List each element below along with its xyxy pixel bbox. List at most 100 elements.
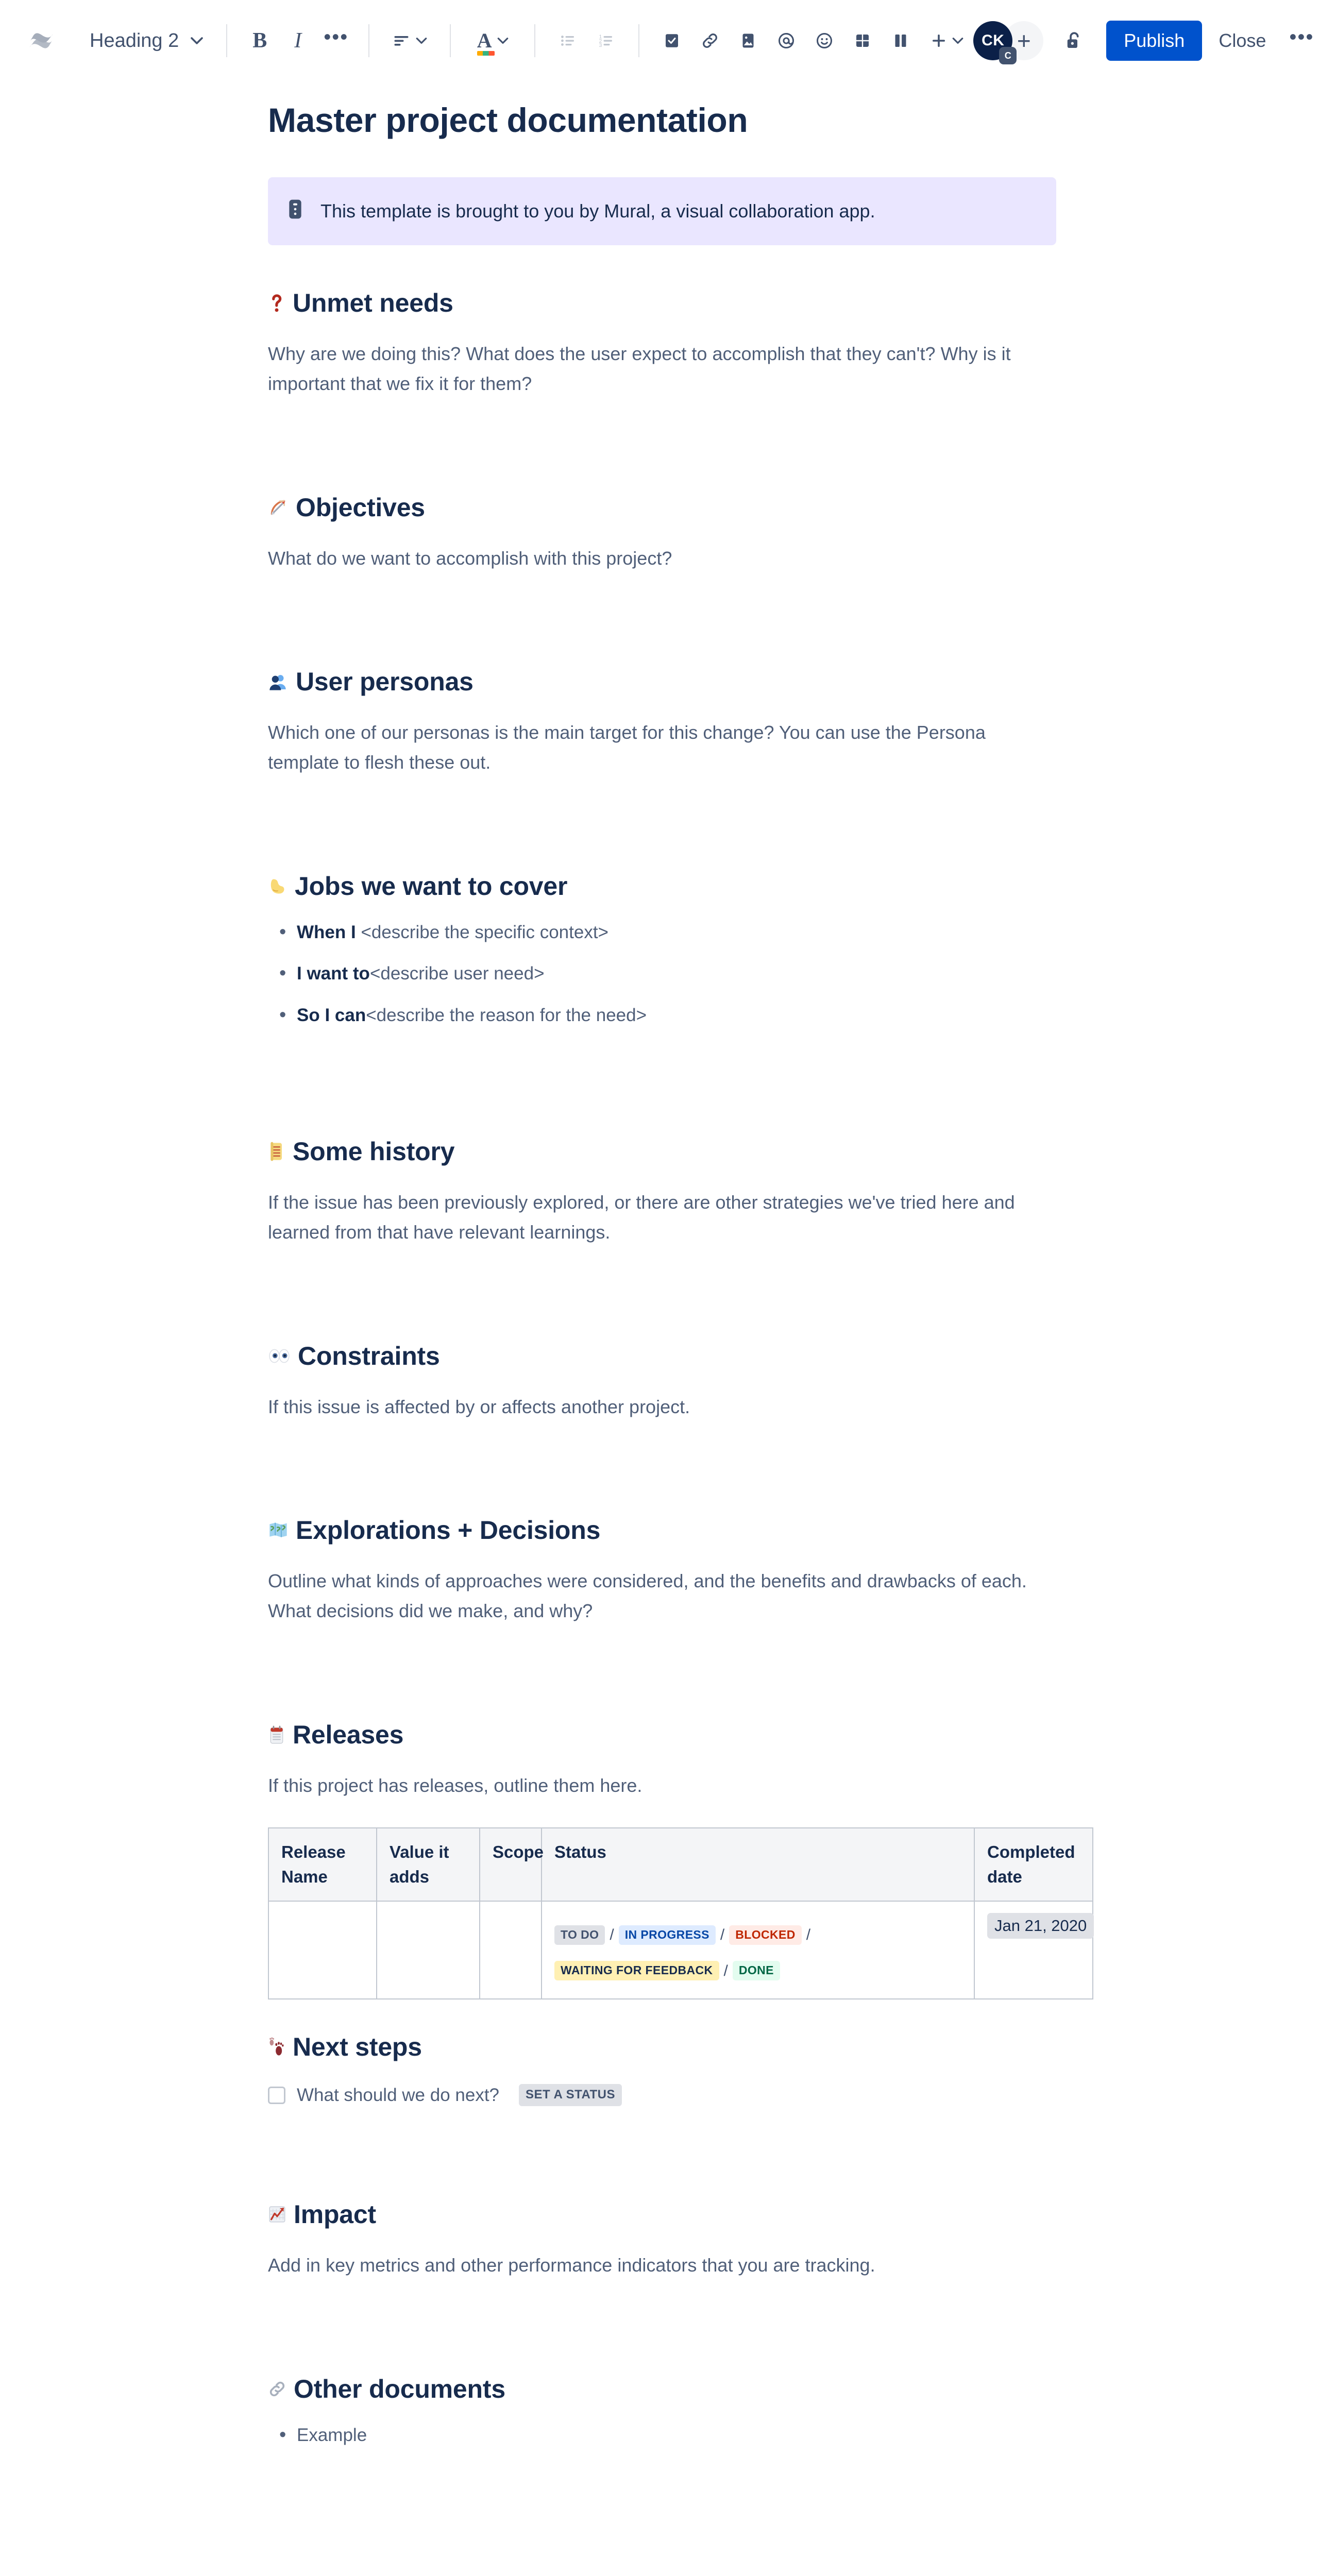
status-lozenge-waiting-for-feedback[interactable]: WAITING FOR FEEDBACK <box>554 1961 719 1981</box>
section-heading-text: User personas <box>296 667 474 697</box>
section-body[interactable]: What do we want to accomplish with this … <box>268 544 1056 573</box>
chevron-down-icon <box>952 38 963 44</box>
table-row: TO DO / IN PROGRESS / BLOCKED/WAITING FOR FE… <box>268 1900 1094 2000</box>
busts-in-silhouette-emoji <box>268 671 289 692</box>
list-item[interactable]: Example <box>279 2422 1056 2449</box>
set-a-status-badge[interactable]: SET A STATUS <box>519 2084 622 2107</box>
layout-columns-icon[interactable] <box>882 22 920 60</box>
section-heading[interactable]: Releases <box>268 1719 1056 1750</box>
publish-button[interactable]: Publish <box>1106 21 1203 61</box>
section-heading[interactable]: Constraints <box>268 1341 1056 1371</box>
text-style-label: Heading 2 <box>90 29 179 52</box>
text-align-icon[interactable] <box>383 22 436 60</box>
scroll-emoji <box>268 1141 285 1162</box>
status-lozenge-todo[interactable]: TO DO <box>554 1925 605 1945</box>
task-checkbox[interactable] <box>268 2086 285 2104</box>
section-body[interactable]: If this project has releases, outline th… <box>268 1771 1056 1801</box>
cell-scope[interactable] <box>479 1900 542 2000</box>
bullet-list-icon[interactable] <box>549 22 587 60</box>
text-color-icon[interactable]: A <box>464 22 521 60</box>
section-body[interactable]: Why are we doing this? What does the use… <box>268 339 1056 399</box>
emoji-icon[interactable] <box>805 22 843 60</box>
status-lozenge-done[interactable]: DONE <box>732 1961 780 1981</box>
column-header-scope: Scope <box>479 1827 544 1902</box>
status-lozenge-blocked[interactable]: BLOCKED <box>729 1925 802 1945</box>
section-heading[interactable]: User personas <box>268 666 1056 697</box>
numbered-list-icon[interactable]: 1 2 3 <box>587 22 625 60</box>
list-item-rest: <describe the specific context> <box>361 922 608 942</box>
section-impact: Impact Add in key metrics and other perf… <box>268 2199 1056 2280</box>
cell-completed-date[interactable]: Jan 21, 2020 <box>974 1900 1094 2000</box>
more-options-label: ••• <box>1289 26 1314 48</box>
section-heading[interactable]: Next steps <box>268 2031 1056 2062</box>
link-icon[interactable] <box>691 22 729 60</box>
image-icon[interactable] <box>729 22 767 60</box>
list-item[interactable]: So I can<describe the reason for the nee… <box>279 1002 1056 1029</box>
section-heading-text: Some history <box>293 1137 455 1166</box>
section-releases: Releases If this project has releases, o… <box>268 1719 1094 2000</box>
section-body[interactable]: Which one of our personas is the main ta… <box>268 718 1056 778</box>
section-heading[interactable]: Some history <box>268 1136 1056 1167</box>
section-heading-text: Explorations + Decisions <box>296 1516 601 1545</box>
page-title[interactable]: Master project documentation <box>268 101 1056 140</box>
section-body[interactable]: Add in key metrics and other performance… <box>268 2250 1056 2280</box>
section-heading-text: Impact <box>294 2200 376 2229</box>
calendar-emoji <box>268 1724 285 1745</box>
confluence-logo-icon[interactable] <box>22 21 61 60</box>
table-header-row: Release Name Value it adds Scope Status … <box>268 1827 1093 1902</box>
close-button[interactable]: Close <box>1204 21 1280 61</box>
unlock-icon[interactable] <box>1055 22 1093 60</box>
insert-more-button[interactable] <box>920 22 973 60</box>
status-lozenge-in-progress[interactable]: IN PROGRESS <box>618 1925 716 1945</box>
column-header-status: Status <box>541 1827 975 1902</box>
section-body[interactable]: Outline what kinds of approaches were co… <box>268 1566 1056 1626</box>
section-body[interactable]: If the issue has been previously explore… <box>268 1188 1056 1248</box>
section-unmet-needs: Unmet needs Why are we doing this? What … <box>268 287 1056 399</box>
cell-value-it-adds[interactable] <box>376 1900 480 2000</box>
section-jobs-we-want-to-cover: Jobs we want to cover When I <describe t… <box>268 871 1056 1029</box>
section-next-steps: Next steps What should we do next? SET A… <box>268 2031 1056 2107</box>
cell-release-name[interactable] <box>268 1900 377 2000</box>
section-heading[interactable]: Impact <box>268 2199 1056 2230</box>
bottom-spacer <box>268 2463 1056 2576</box>
chevron-down-icon <box>497 38 509 44</box>
italic-button[interactable]: I <box>279 22 317 60</box>
status-separator: / <box>806 1926 811 1944</box>
jobs-list: When I <describe the specific context> I… <box>268 919 1056 1029</box>
toolbar-divider <box>638 24 640 57</box>
info-note-icon <box>286 199 304 222</box>
mention-icon[interactable] <box>767 22 805 60</box>
text-style-select[interactable]: Heading 2 <box>79 22 213 60</box>
task-checkbox-icon[interactable] <box>653 22 691 60</box>
more-formatting-label: ••• <box>324 26 349 48</box>
chevron-down-icon <box>416 38 427 44</box>
collaborator-avatars: CK C + <box>973 21 1044 64</box>
table-icon[interactable] <box>843 22 882 60</box>
toolbar-group-text: B I ••• <box>241 22 355 60</box>
section-explorations-decisions: Explorations + Decisions Outline what ki… <box>268 1515 1056 1626</box>
eyes-emoji <box>268 1348 291 1364</box>
section-heading[interactable]: Other documents <box>268 2374 1056 2404</box>
section-body[interactable]: If this issue is affected by or affects … <box>268 1392 1056 1422</box>
more-options-button[interactable]: ••• <box>1282 22 1319 60</box>
section-heading[interactable]: Objectives <box>268 492 1056 523</box>
list-item[interactable]: When I <describe the specific context> <box>279 919 1056 946</box>
section-heading[interactable]: Unmet needs <box>268 287 1056 318</box>
more-formatting-button[interactable]: ••• <box>317 22 355 60</box>
list-item[interactable]: I want to<describe user need> <box>279 960 1056 988</box>
bold-button[interactable]: B <box>241 22 279 60</box>
date-pill[interactable]: Jan 21, 2020 <box>987 1912 1094 1939</box>
section-heading[interactable]: Jobs we want to cover <box>268 871 1056 902</box>
question-mark-emoji <box>268 291 285 315</box>
section-heading[interactable]: Explorations + Decisions <box>268 1515 1056 1546</box>
link-emoji <box>268 2380 286 2398</box>
task-label[interactable]: What should we do next? <box>297 2085 499 2106</box>
status-separator: / <box>610 1926 614 1944</box>
cell-status[interactable]: TO DO / IN PROGRESS / BLOCKED/WAITING FOR FE… <box>541 1900 975 2000</box>
editor-toolbar: Heading 2 B I ••• A 1 2 3 CK C + Publish… <box>0 0 1319 81</box>
toolbar-divider <box>534 24 536 57</box>
